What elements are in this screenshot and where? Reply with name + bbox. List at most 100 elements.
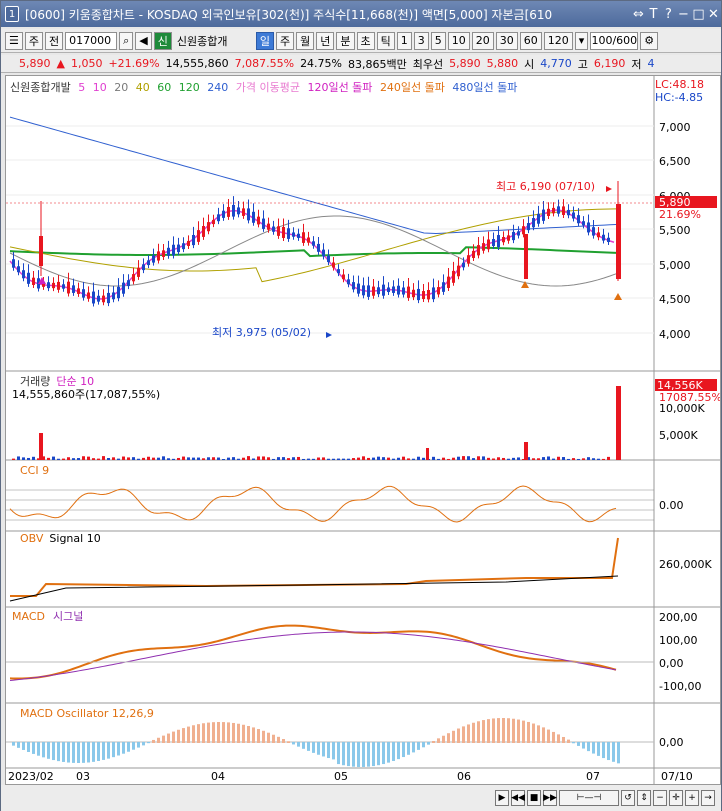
candle-body <box>312 241 315 246</box>
forward-icon[interactable]: ▶▶ <box>543 790 557 806</box>
zoom-out-icon[interactable]: − <box>653 790 667 806</box>
osc-bar <box>162 735 165 743</box>
volume-bar <box>477 456 480 460</box>
chart-area[interactable]: 7,000 6,500 6,000 5,500 5,000 4,500 4,00… <box>5 75 722 785</box>
candle-body <box>507 235 510 241</box>
candle-body <box>342 274 345 280</box>
osc-bar <box>237 723 240 743</box>
sound-icon[interactable]: ◀ <box>135 31 152 50</box>
osc-bar <box>137 742 140 748</box>
period-week[interactable]: 주 <box>276 31 295 50</box>
volume-bar <box>297 456 300 460</box>
candle-body <box>322 249 325 257</box>
stock-code-input[interactable]: 017000 <box>65 31 118 50</box>
interval-30[interactable]: 30 <box>495 31 518 50</box>
hc-value: HC:-4.85 <box>655 91 703 104</box>
maximize-icon[interactable]: □ <box>691 7 706 22</box>
rewind-icon[interactable]: ◀◀ <box>511 790 525 806</box>
osc-bar <box>532 723 535 743</box>
candle-body <box>222 210 225 218</box>
macd-axis-neg100: -100,00 <box>659 680 701 693</box>
osc-bar <box>522 720 525 743</box>
interval-1[interactable]: 1 <box>396 31 412 50</box>
volume-bar <box>132 457 135 460</box>
interval-60[interactable]: 60 <box>519 31 542 50</box>
interval-5[interactable]: 5 <box>430 31 446 50</box>
minimize-icon[interactable]: − <box>676 7 691 22</box>
volume-bar <box>422 457 425 460</box>
osc-bar <box>432 740 435 743</box>
volume-bar <box>72 458 75 460</box>
candle-body <box>202 226 205 237</box>
reset-icon[interactable]: ↺ <box>621 790 635 806</box>
fit-icon[interactable]: → <box>701 790 715 806</box>
stop-icon[interactable]: ■ <box>527 790 541 806</box>
price-axis-7000: 7,000 <box>659 121 691 134</box>
period-second[interactable]: 초 <box>356 31 375 50</box>
text-icon[interactable]: T <box>646 7 661 22</box>
xaxis-2023-02: 2023/02 <box>8 770 54 783</box>
count-down-icon[interactable]: ▾ <box>574 31 589 50</box>
candle-body <box>442 282 445 292</box>
interval-3[interactable]: 3 <box>413 31 429 50</box>
credit-badge[interactable]: 신 <box>153 31 172 50</box>
candle-body <box>67 281 70 294</box>
price-axis-4000: 4,000 <box>659 328 691 341</box>
market-select[interactable]: 주 <box>24 31 43 50</box>
interval-10[interactable]: 10 <box>447 31 470 50</box>
period-tick[interactable]: 틱 <box>376 31 395 50</box>
volume-bar <box>117 458 120 460</box>
cci-line <box>9 485 617 523</box>
zoom-in-icon[interactable]: + <box>685 790 699 806</box>
move-icon[interactable]: ✛ <box>669 790 683 806</box>
candle-body <box>247 208 250 221</box>
candle-body <box>472 250 475 258</box>
osc-bar <box>507 718 510 743</box>
help-icon[interactable]: ? <box>661 7 676 22</box>
xaxis-07: 07 <box>586 770 600 783</box>
candle-body <box>147 260 150 266</box>
period-day[interactable]: 일 <box>255 31 275 50</box>
candle-body <box>117 286 120 299</box>
chart-svg[interactable]: 7,000 6,500 6,000 5,500 5,000 4,500 4,00… <box>6 76 722 784</box>
osc-bar <box>217 722 220 743</box>
volume-bar <box>492 458 495 460</box>
osc-bar <box>42 742 45 758</box>
scroll-right-icon[interactable]: ▶ <box>495 790 509 806</box>
candle-body <box>587 222 590 233</box>
volume-legend: 거래량 단순 10 <box>20 375 94 388</box>
osc-bar <box>332 742 335 760</box>
count-input[interactable]: 100/600 <box>590 31 639 50</box>
zoom-slider[interactable]: ⊢—⊣ <box>559 790 619 806</box>
search-icon[interactable]: ⌕ <box>119 31 134 50</box>
volume-bar <box>562 457 565 460</box>
macd-signal-line <box>9 631 617 682</box>
interval-120[interactable]: 120 <box>543 31 573 50</box>
candle-body <box>382 284 385 296</box>
link-icon[interactable]: ⇔ <box>631 7 646 22</box>
candle-body <box>197 230 200 242</box>
toolbar: ☰ 주 전 017000 ⌕ ◀ 신 신원종합개 일 주 월 년 분 초 틱 1… <box>1 29 721 53</box>
volume-bar <box>412 458 415 460</box>
osc-bar <box>367 742 370 767</box>
interval-20[interactable]: 20 <box>471 31 494 50</box>
osc-bar <box>577 742 580 746</box>
close-icon[interactable]: ✕ <box>706 7 721 22</box>
candle-body <box>242 208 245 216</box>
period-minute[interactable]: 분 <box>336 31 355 50</box>
current-price: 5,890 <box>19 57 51 70</box>
chart-settings-icon[interactable]: ⚙ <box>640 31 659 50</box>
type-select[interactable]: 전 <box>45 31 64 50</box>
period-month[interactable]: 월 <box>296 31 315 50</box>
volume-bar <box>212 457 215 460</box>
volume-spike <box>426 448 429 460</box>
menu-icon[interactable]: ☰ <box>5 31 23 50</box>
volume-bar <box>597 458 600 460</box>
scale-icon[interactable]: ⇕ <box>637 790 651 806</box>
volume-bar <box>67 457 70 460</box>
candle-body <box>182 243 185 250</box>
candle-body <box>122 282 125 294</box>
price-axis-6500: 6,500 <box>659 155 691 168</box>
volume-bar <box>592 458 595 460</box>
period-year[interactable]: 년 <box>316 31 335 50</box>
